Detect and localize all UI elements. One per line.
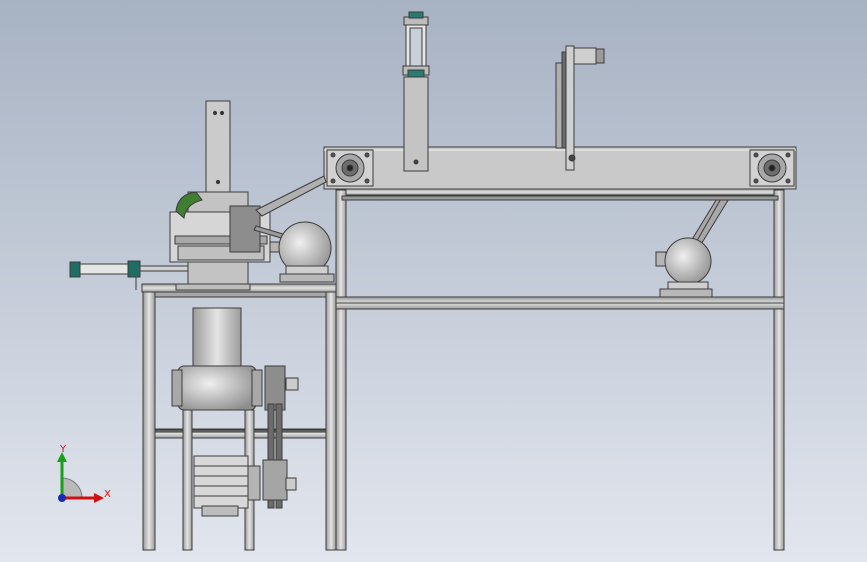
frame-leg-left: [335, 189, 347, 551]
frame-back-rail: [341, 195, 779, 201]
top-beam: [323, 146, 797, 190]
frame-leg-right: [773, 189, 785, 551]
triad-x-label: X: [104, 489, 111, 500]
left-leg-inner: [325, 291, 337, 551]
bearing-block-right: [749, 149, 795, 187]
cad-viewport[interactable]: Y X: [0, 0, 867, 562]
frame-top-rail: [335, 188, 785, 196]
left-frame-bottom-post-a: [182, 409, 193, 551]
vertical-cylinder: [402, 11, 430, 172]
bearing-block-left: [326, 149, 374, 187]
left-leg-outer: [142, 291, 156, 551]
triad-y-label: Y: [59, 444, 67, 455]
left-table-rail: [147, 291, 335, 298]
viewport-background: [0, 0, 867, 562]
